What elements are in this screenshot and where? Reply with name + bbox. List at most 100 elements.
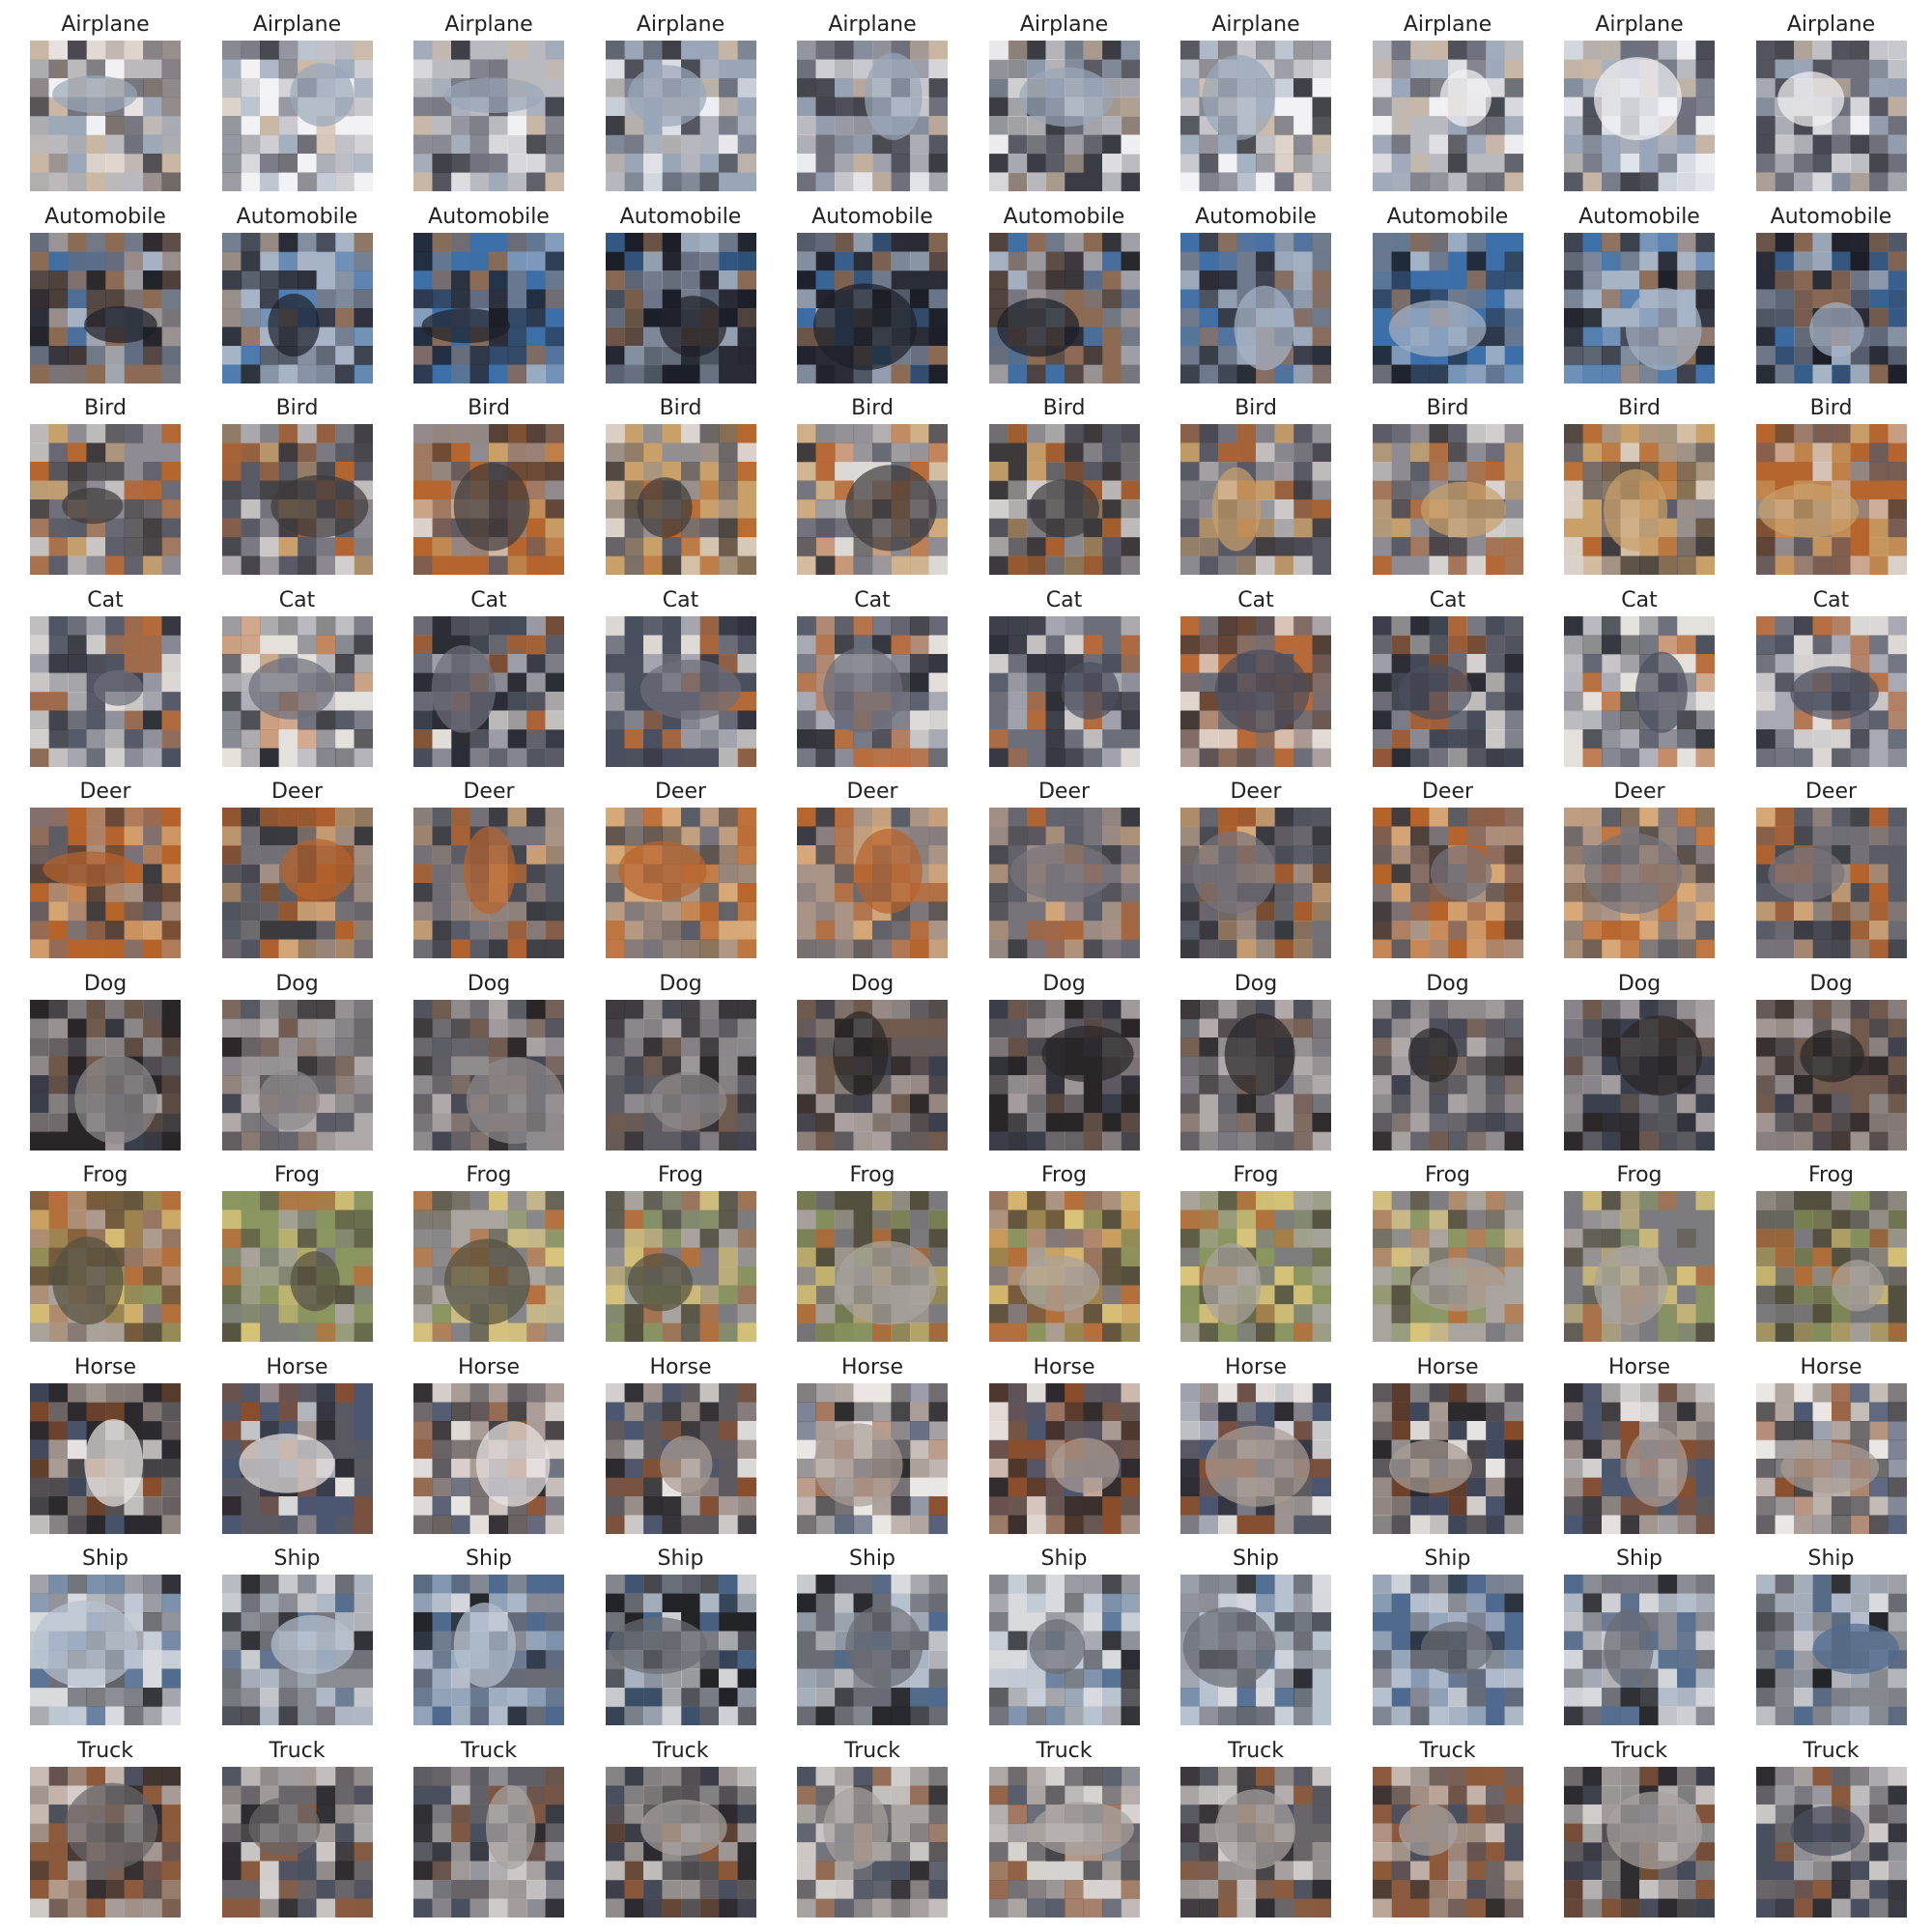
sample-thumbnail (605, 1191, 756, 1342)
generated-sample-image (1564, 808, 1715, 958)
sample-thumbnail (221, 1191, 373, 1342)
sample-thumbnail (30, 1382, 181, 1534)
sample-thumbnail (221, 1382, 373, 1534)
cell-class-label: Automobile (1003, 204, 1125, 229)
sample-thumbnail (1564, 424, 1715, 575)
generated-sample-image (30, 1575, 181, 1725)
generated-sample-image (1755, 808, 1907, 958)
cell-class-label: Dog (467, 971, 511, 996)
cell-class-label: Ship (1616, 1547, 1662, 1571)
cell-class-label: Bird (1042, 396, 1086, 420)
sample-thumbnail (1564, 1575, 1715, 1725)
sample-thumbnail (1372, 615, 1523, 767)
sample-thumbnail (797, 424, 948, 575)
sample-thumbnail (30, 1191, 181, 1342)
generated-sample-image (797, 1382, 948, 1534)
cell-class-label: Dog (1809, 971, 1853, 996)
generated-sample-image (605, 999, 756, 1151)
cell-class-label: Cat (470, 587, 507, 612)
cell-class-label: Airplane (1786, 13, 1876, 37)
sample-thumbnail (605, 1575, 756, 1725)
sample-thumbnail (221, 999, 373, 1151)
generated-sample-image (1564, 1575, 1715, 1725)
sample-thumbnail (1372, 232, 1523, 384)
generated-sample-image (988, 808, 1140, 958)
sample-thumbnail (1372, 1766, 1523, 1918)
generated-sample-image (413, 808, 564, 958)
generated-sample-image (988, 615, 1140, 767)
cell-class-label: Cat (662, 587, 699, 612)
generated-sample-image (1180, 1382, 1331, 1534)
generated-sample-image (1372, 424, 1523, 575)
sample-thumbnail (30, 808, 181, 958)
cell-class-label: Bird (275, 396, 319, 420)
sample-thumbnail (1372, 41, 1523, 191)
generated-sample-image (797, 232, 948, 384)
sample-thumbnail (1755, 41, 1907, 191)
generated-sample-image (1372, 615, 1523, 767)
generated-sample-image (1564, 1382, 1715, 1534)
cell-class-label: Ship (82, 1547, 128, 1571)
sample-thumbnail (1564, 999, 1715, 1151)
cell-class-label: Bird (1618, 396, 1661, 420)
sample-thumbnail (1755, 1575, 1907, 1725)
generated-sample-image (413, 1191, 564, 1342)
sample-thumbnail (1372, 1191, 1523, 1342)
generated-sample-image (221, 1766, 373, 1918)
generated-sample-image (1372, 1575, 1523, 1725)
cell-class-label: Deer (846, 780, 898, 804)
generated-sample-image (1755, 232, 1907, 384)
cell-class-label: Automobile (1386, 204, 1509, 229)
cell-class-label: Automobile (1578, 204, 1700, 229)
sample-thumbnail (1180, 424, 1331, 575)
sample-thumbnail (605, 1382, 756, 1534)
cell-class-label: Airplane (1403, 13, 1492, 37)
sample-thumbnail (221, 232, 373, 384)
cell-class-label: Ship (657, 1547, 704, 1571)
cell-class-label: Frog (466, 1163, 512, 1187)
sample-thumbnail (30, 1575, 181, 1725)
cell-class-label: Ship (1040, 1547, 1088, 1571)
sample-thumbnail (221, 424, 373, 575)
sample-thumbnail (1180, 1575, 1331, 1725)
generated-sample-image (30, 424, 181, 575)
sample-thumbnail (1372, 999, 1523, 1151)
cell-class-label: Horse (1033, 1354, 1095, 1379)
generated-sample-image (988, 41, 1140, 191)
cell-class-label: Cat (854, 587, 891, 612)
sample-thumbnail (30, 232, 181, 384)
cell-class-label: Bird (659, 396, 702, 420)
cell-class-label: Dog (275, 971, 319, 996)
generated-sample-image (413, 999, 564, 1151)
sample-thumbnail (797, 808, 948, 958)
cell-class-label: Cat (1045, 587, 1083, 612)
sample-thumbnail (988, 615, 1140, 767)
generated-sample-image (605, 424, 756, 575)
generated-sample-image (1755, 41, 1907, 191)
sample-thumbnail (221, 615, 373, 767)
sample-thumbnail (1372, 808, 1523, 958)
cell-class-label: Bird (851, 396, 894, 420)
sample-thumbnail (221, 1575, 373, 1725)
cell-class-label: Truck (1036, 1738, 1093, 1763)
generated-sample-image (797, 1575, 948, 1725)
generated-sample-image (30, 1382, 181, 1534)
generated-sample-image (988, 1191, 1140, 1342)
generated-sample-image (797, 1191, 948, 1342)
cell-class-label: Airplane (828, 13, 917, 37)
sample-thumbnail (413, 1382, 564, 1534)
sample-thumbnail (413, 1766, 564, 1918)
cell-class-label: Frog (1616, 1163, 1662, 1187)
cell-class-label: Deer (1037, 780, 1091, 804)
sample-thumbnail (1564, 808, 1715, 958)
cell-class-label: Deer (270, 780, 324, 804)
generated-sample-image (988, 1766, 1140, 1918)
cell-class-label: Airplane (1595, 13, 1684, 37)
generated-sample-image (1564, 999, 1715, 1151)
cell-class-label: Frog (657, 1163, 704, 1187)
sample-thumbnail (1180, 1382, 1331, 1534)
sample-thumbnail (221, 41, 373, 191)
cell-class-label: Truck (460, 1738, 518, 1763)
generated-sample-image (1180, 1191, 1331, 1342)
generated-sample-image (797, 424, 948, 575)
